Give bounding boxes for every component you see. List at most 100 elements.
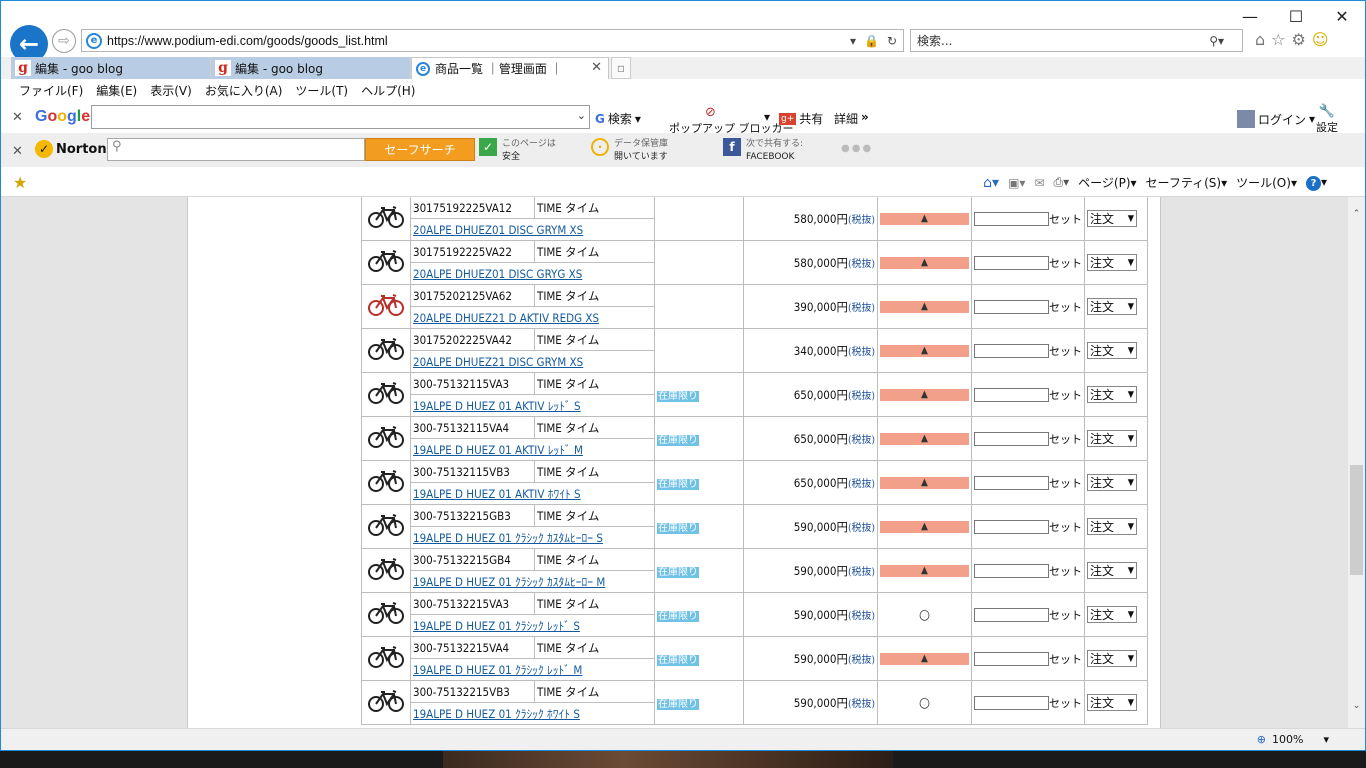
menu-help[interactable]: ヘルプ(H) xyxy=(361,82,415,99)
smiley-icon[interactable]: ☺ xyxy=(1312,30,1329,49)
quantity-input[interactable] xyxy=(974,299,1049,314)
norton-search-input[interactable]: ⚲ xyxy=(107,138,365,161)
product-image[interactable] xyxy=(361,680,411,725)
tab-product-list[interactable]: e 商品一覧 ｜管理画面 ｜ ✕ xyxy=(411,57,609,79)
product-name-link[interactable]: 19ALPE D HUEZ 01 ｸﾗｼｯｸ ﾎﾜｲﾄ S xyxy=(410,702,655,725)
search-input[interactable]: 検索... ⚲▾ xyxy=(910,29,1243,52)
product-image[interactable] xyxy=(361,460,411,505)
quantity-input[interactable] xyxy=(974,519,1049,534)
order-select[interactable]: 注文 ▼ xyxy=(1087,342,1137,359)
order-select[interactable]: 注文 ▼ xyxy=(1087,298,1137,315)
popup-blocker-button[interactable]: ⊘ ポップアップ ブロッカー xyxy=(669,105,794,136)
menu-view[interactable]: 表示(V) xyxy=(150,82,192,99)
product-image[interactable] xyxy=(361,197,411,241)
help-icon[interactable]: ? ▾ xyxy=(1305,175,1327,191)
product-image[interactable] xyxy=(361,504,411,549)
quantity-input[interactable] xyxy=(974,695,1049,710)
mail-icon[interactable]: ✉ xyxy=(1034,176,1044,190)
settings-button[interactable]: 🔧 設定 xyxy=(1316,104,1338,135)
url-text[interactable]: https://www.podium-edi.com/goods/goods_l… xyxy=(107,34,850,48)
tools-menu[interactable]: ツール(O)▾ xyxy=(1236,174,1297,191)
product-name-link[interactable]: 19ALPE D HUEZ 01 AKTIV ﾚｯﾄﾞ M xyxy=(410,438,655,461)
product-image[interactable] xyxy=(361,592,411,637)
lock-icon[interactable]: 🔒 xyxy=(864,34,879,48)
home-icon[interactable]: ⌂▾ xyxy=(983,175,999,191)
quantity-input[interactable] xyxy=(974,651,1049,666)
product-name-link[interactable]: 20ALPE DHUEZ21 DISC GRYM XS xyxy=(410,350,655,373)
product-name-link[interactable]: 19ALPE D HUEZ 01 ｸﾗｼｯｸ ｶｽﾀﾑﾋｰﾛｰ M xyxy=(410,570,655,593)
chevron-down-icon[interactable]: ▾ xyxy=(764,110,770,124)
more-button[interactable]: » xyxy=(861,110,869,124)
safe-page-status[interactable]: ✓ このページは 安全 xyxy=(479,138,556,164)
login-button[interactable]: ログイン ▾ xyxy=(1237,110,1315,128)
new-tab-button[interactable]: ▫ xyxy=(611,57,631,79)
menu-file[interactable]: ファイル(F) xyxy=(19,82,83,99)
vault-status[interactable]: · データ保管庫 開いています xyxy=(591,138,668,164)
menu-favorites[interactable]: お気に入り(A) xyxy=(205,82,283,99)
scroll-down-icon[interactable]: ⌄ xyxy=(1348,697,1365,714)
product-name-link[interactable]: 20ALPE DHUEZ21 D AKTIV REDG XS xyxy=(410,306,655,329)
tab-goo-blog-1[interactable]: g 編集 - goo blog xyxy=(11,57,211,79)
quantity-input[interactable] xyxy=(974,387,1049,402)
close-toolbar-icon[interactable]: ✕ xyxy=(12,144,23,159)
menu-edit[interactable]: 編集(E) xyxy=(96,82,137,99)
google-search-button[interactable]: G 検索 ▾ xyxy=(595,110,641,127)
order-select[interactable]: 注文 ▼ xyxy=(1087,518,1137,535)
order-select[interactable]: 注文 ▼ xyxy=(1087,606,1137,623)
product-image[interactable] xyxy=(361,240,411,285)
close-tab-icon[interactable]: ✕ xyxy=(591,60,602,75)
scroll-up-icon[interactable]: ⌃ xyxy=(1348,205,1365,222)
product-image[interactable] xyxy=(361,284,411,329)
quantity-input[interactable] xyxy=(974,475,1049,490)
add-favorites-icon[interactable]: ★ xyxy=(13,173,27,192)
chevron-down-icon[interactable]: ▾ xyxy=(1323,733,1329,746)
order-select[interactable]: 注文 ▼ xyxy=(1087,210,1137,227)
product-image[interactable] xyxy=(361,328,411,373)
tab-goo-blog-2[interactable]: g 編集 - goo blog xyxy=(211,57,411,79)
quantity-input[interactable] xyxy=(974,563,1049,578)
chevron-down-icon[interactable]: ⌄ xyxy=(577,109,586,122)
facebook-share[interactable]: f 次で共有する: FACEBOOK xyxy=(723,138,803,164)
product-name-link[interactable]: 19ALPE D HUEZ 01 ｸﾗｼｯｸ ﾚｯﾄﾞ M xyxy=(410,658,655,681)
product-image[interactable] xyxy=(361,548,411,593)
quantity-input[interactable] xyxy=(974,607,1049,622)
product-name-link[interactable]: 19ALPE D HUEZ 01 ｸﾗｼｯｸ ｶｽﾀﾑﾋｰﾛｰ S xyxy=(410,526,655,549)
gear-icon[interactable]: ⚙ xyxy=(1292,30,1306,49)
product-name-link[interactable]: 20ALPE DHUEZ01 DISC GRYG XS xyxy=(410,262,655,285)
safety-menu[interactable]: セーフティ(S)▾ xyxy=(1146,174,1228,191)
close-toolbar-icon[interactable]: ✕ xyxy=(12,110,23,125)
zoom-control[interactable]: ⊕ 100% ▾ xyxy=(1257,733,1329,746)
vertical-scrollbar[interactable]: ⌃ ⌄ xyxy=(1348,197,1365,728)
home-icon[interactable]: ⌂ xyxy=(1255,30,1265,49)
product-name-link[interactable]: 19ALPE D HUEZ 01 AKTIV ﾚｯﾄﾞ S xyxy=(410,394,655,417)
more-dots[interactable]: ●●● xyxy=(841,142,873,155)
address-bar[interactable]: e https://www.podium-edi.com/goods/goods… xyxy=(81,29,904,52)
product-name-link[interactable]: 19ALPE D HUEZ 01 ｸﾗｼｯｸ ﾚｯﾄﾞ S xyxy=(410,614,655,637)
print-icon[interactable]: ⎙▾ xyxy=(1054,175,1070,190)
quantity-input[interactable] xyxy=(974,343,1049,358)
search-icon[interactable]: ⚲▾ xyxy=(1209,34,1224,48)
product-image[interactable] xyxy=(361,636,411,681)
forward-button[interactable]: ⇨ xyxy=(52,29,76,53)
product-image[interactable] xyxy=(361,416,411,461)
menu-tools[interactable]: ツール(T) xyxy=(295,82,348,99)
order-select[interactable]: 注文 ▼ xyxy=(1087,474,1137,491)
dropdown-icon[interactable]: ▾ xyxy=(850,34,856,48)
refresh-icon[interactable]: ↻ xyxy=(887,34,897,48)
order-select[interactable]: 注文 ▼ xyxy=(1087,650,1137,667)
share-button[interactable]: g+ 共有 xyxy=(779,110,823,127)
google-search-input[interactable]: ⌄ xyxy=(91,105,590,129)
page-menu[interactable]: ページ(P)▾ xyxy=(1078,174,1136,191)
order-select[interactable]: 注文 ▼ xyxy=(1087,694,1137,711)
safe-search-button[interactable]: セーフサーチ xyxy=(365,138,475,161)
quantity-input[interactable] xyxy=(974,211,1049,226)
scroll-thumb[interactable] xyxy=(1350,465,1363,575)
quantity-input[interactable] xyxy=(974,431,1049,446)
favorites-star-icon[interactable]: ☆ xyxy=(1271,30,1285,49)
product-name-link[interactable]: 20ALPE DHUEZ01 DISC GRYM XS xyxy=(410,218,655,241)
feeds-icon[interactable]: ▣▾ xyxy=(1008,176,1025,190)
quantity-input[interactable] xyxy=(974,255,1049,270)
order-select[interactable]: 注文 ▼ xyxy=(1087,386,1137,403)
order-select[interactable]: 注文 ▼ xyxy=(1087,430,1137,447)
product-image[interactable] xyxy=(361,372,411,417)
